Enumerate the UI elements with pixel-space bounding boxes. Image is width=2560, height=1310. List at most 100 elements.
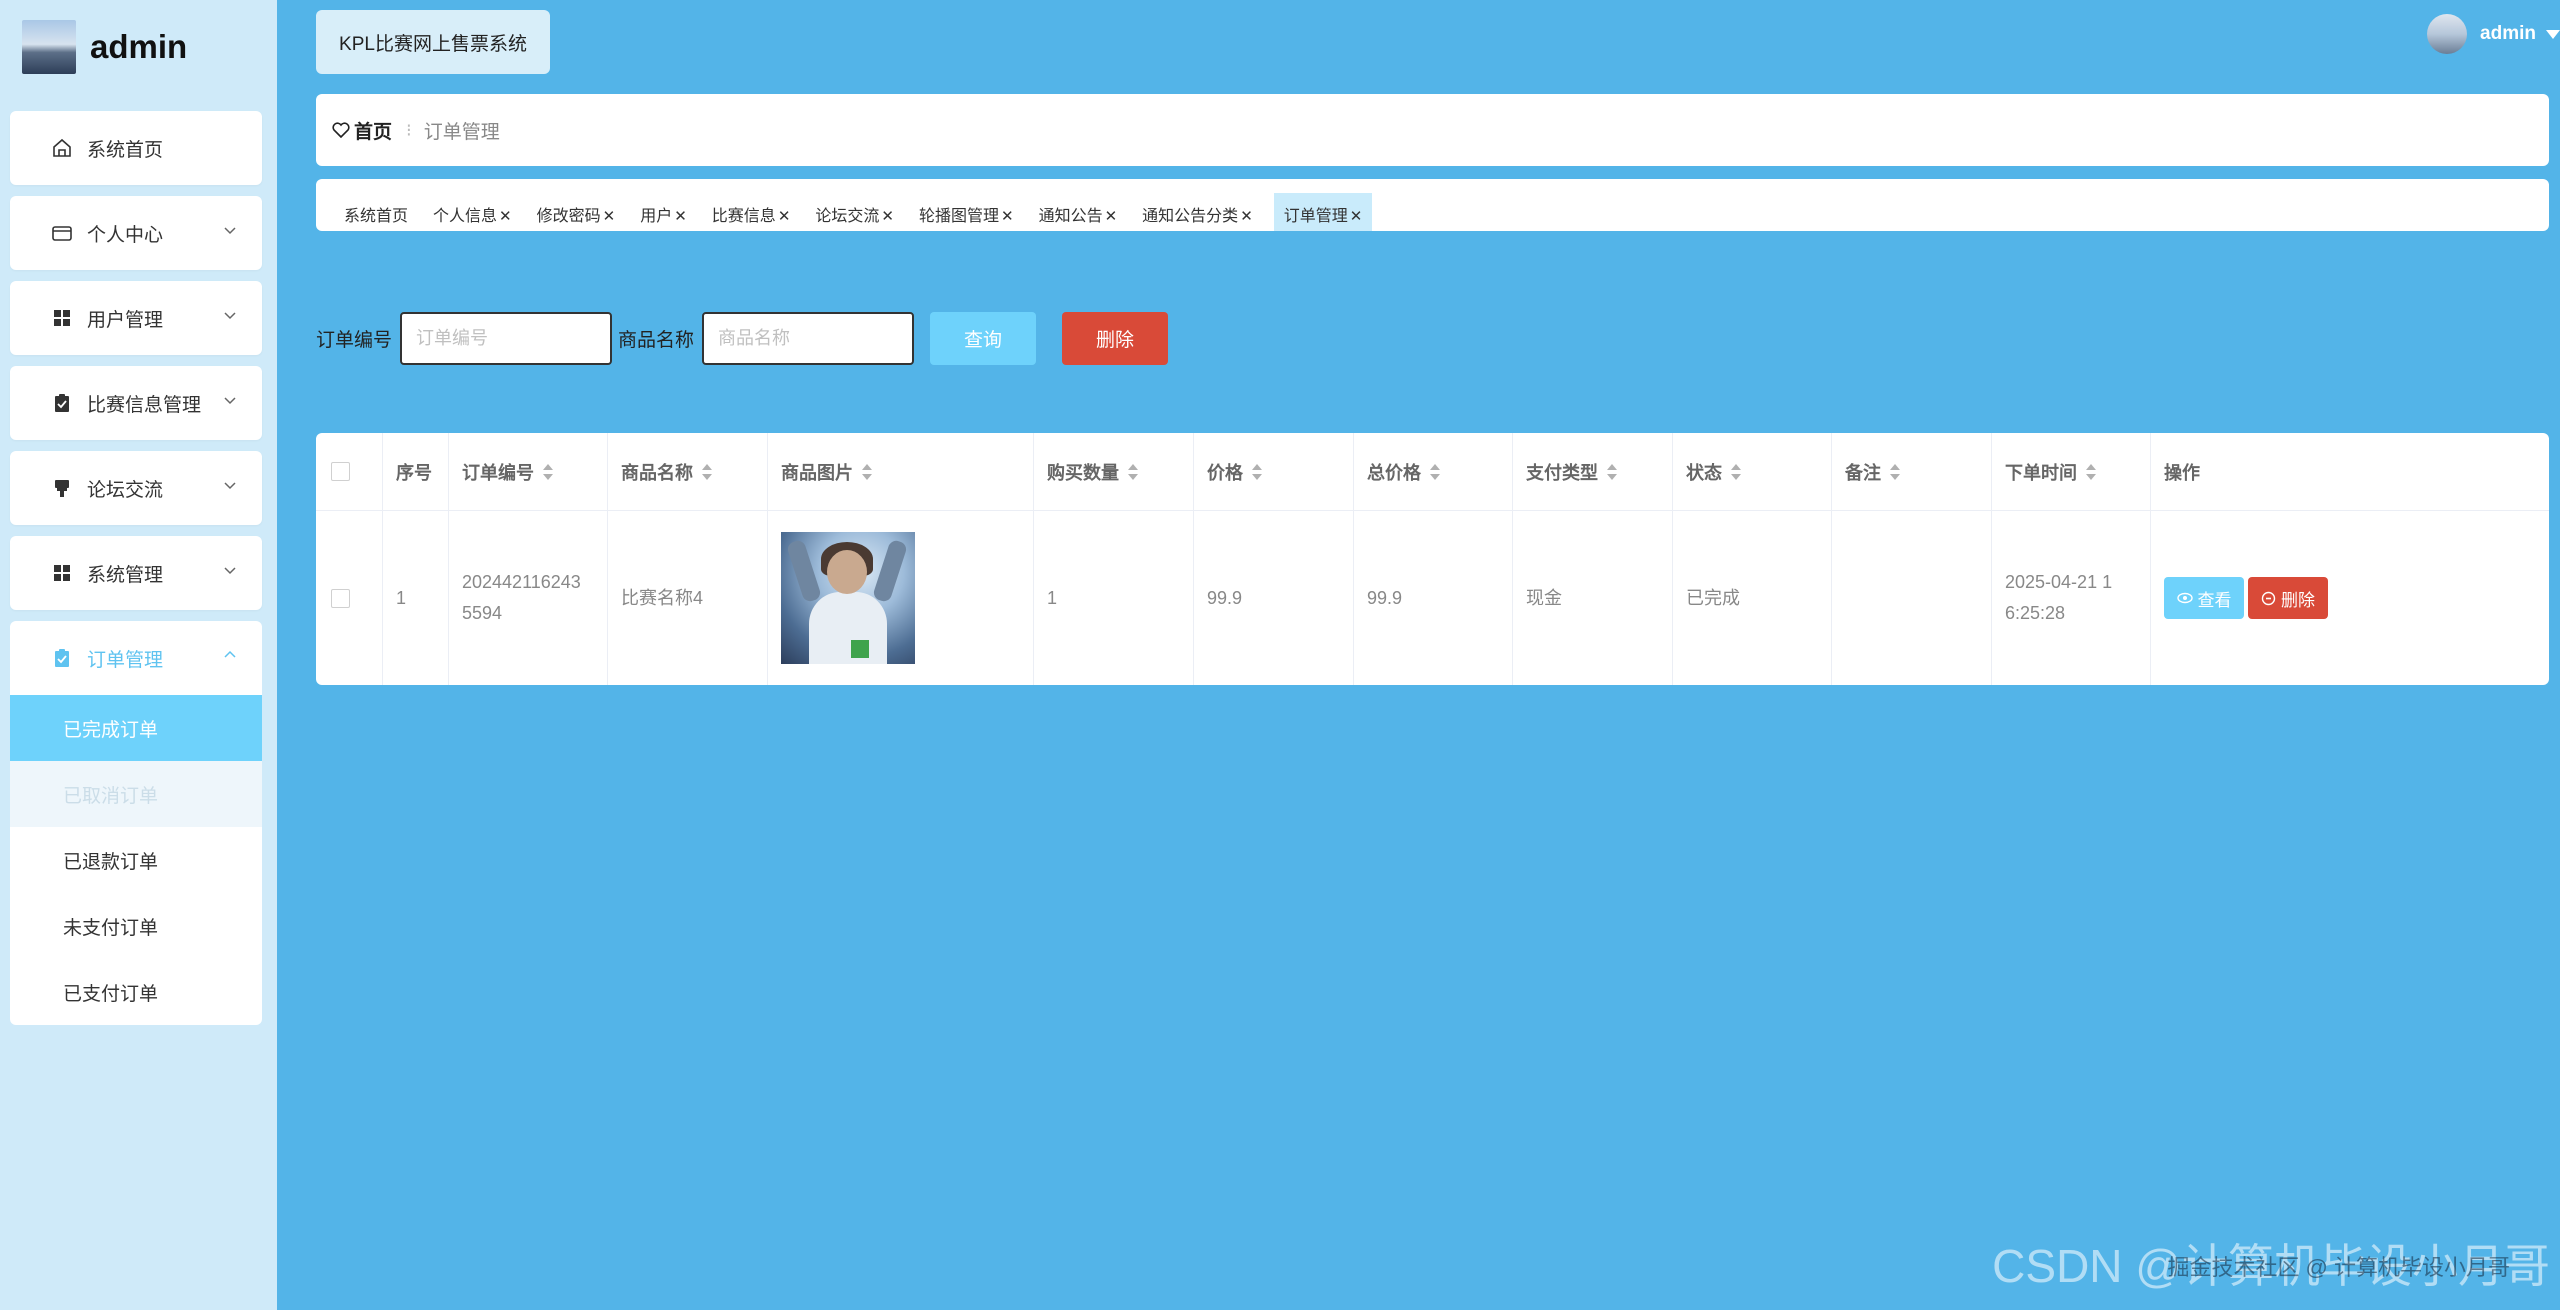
column-header-remark[interactable]: 备注 <box>1832 433 1992 510</box>
sidebar-item-label: 订单管理 <box>87 649 164 671</box>
product-name-input[interactable] <box>702 312 915 365</box>
grid-icon <box>51 307 73 329</box>
brand-name: admin <box>90 28 188 65</box>
sort-icon[interactable] <box>1731 463 1741 481</box>
column-header-order-no[interactable]: 订单编号 <box>449 433 608 510</box>
sort-icon[interactable] <box>862 463 872 481</box>
cell-product-name: 比赛名称4 <box>608 511 768 685</box>
tab-label: 个人信息 <box>433 208 498 225</box>
close-icon[interactable]: ✕ <box>881 208 894 225</box>
column-header-price[interactable]: 价格 <box>1194 433 1354 510</box>
breadcrumb: 首页 ⁝ 订单管理 <box>316 94 2549 166</box>
close-icon[interactable]: ✕ <box>1350 208 1363 225</box>
order-no-label: 订单编号 <box>316 330 393 351</box>
column-header-quantity[interactable]: 购买数量 <box>1034 433 1194 510</box>
sidebar-subitem-refunded-orders[interactable]: 已退款订单 <box>10 827 262 893</box>
brand: admin <box>22 20 187 74</box>
close-icon[interactable]: ✕ <box>499 208 512 225</box>
column-header-product-name[interactable]: 商品名称 <box>608 433 768 510</box>
sidebar-subitem-cancelled-orders[interactable]: 已取消订单 <box>10 761 262 827</box>
query-button[interactable]: 查询 <box>930 312 1037 365</box>
sidebar-item-order-management[interactable]: 订单管理 <box>10 621 262 695</box>
close-icon[interactable]: ✕ <box>674 208 687 225</box>
close-icon[interactable]: ✕ <box>778 208 791 225</box>
cell-order-time: 2025-04-21 1 6:25:28 <box>1992 511 2151 685</box>
user-menu[interactable]: admin <box>2427 14 2560 54</box>
cell-price: 99.9 <box>1194 511 1354 685</box>
sort-icon[interactable] <box>702 463 712 481</box>
tab-personal-info[interactable]: 个人信息 ✕ <box>429 193 516 231</box>
sidebar-item-label: 系统管理 <box>87 564 164 586</box>
system-title: KPL比赛网上售票系统 <box>316 10 550 74</box>
tab-forum[interactable]: 论坛交流 ✕ <box>811 193 898 231</box>
clipboard-icon <box>51 392 73 414</box>
close-icon[interactable]: ✕ <box>1105 208 1118 225</box>
sidebar-subitem-paid-orders[interactable]: 已支付订单 <box>10 959 262 1025</box>
column-header-order-time[interactable]: 下单时间 <box>1992 433 2151 510</box>
breadcrumb-current: 订单管理 <box>423 121 500 143</box>
clipboard-icon <box>51 647 73 669</box>
tab-notice[interactable]: 通知公告 ✕ <box>1035 193 1122 231</box>
watermark-sub: 掘金技术社区 @ 计算机毕设小月哥 <box>2167 1255 2510 1280</box>
view-button[interactable]: 查看 <box>2164 577 2244 619</box>
select-all-checkbox[interactable] <box>331 462 350 481</box>
sort-icon[interactable] <box>2086 463 2096 481</box>
column-header-product-image[interactable]: 商品图片 <box>768 433 1034 510</box>
cell-total: 99.9 <box>1354 511 1513 685</box>
sidebar-item-label: 系统首页 <box>87 139 164 161</box>
column-header-index: 序号 <box>383 433 449 510</box>
close-icon[interactable]: ✕ <box>603 208 616 225</box>
sort-icon[interactable] <box>1607 463 1617 481</box>
cell-actions: 查看 删除 <box>2151 511 2549 685</box>
cell-status: 已完成 <box>1673 511 1832 685</box>
cell-order-no: 202442116243 5594 <box>449 511 608 685</box>
table-row: 1 202442116243 5594 比赛名称4 1 99.9 99.9 现金 … <box>316 511 2549 685</box>
column-header-total[interactable]: 总价格 <box>1354 433 1513 510</box>
delete-button[interactable]: 删除 <box>1062 312 1169 365</box>
row-checkbox[interactable] <box>331 588 350 608</box>
sidebar-subitem-completed-orders[interactable]: 已完成订单 <box>10 695 262 761</box>
chevron-down-icon <box>222 307 238 323</box>
breadcrumb-separator: ⁝ <box>406 119 412 140</box>
chevron-up-icon <box>222 647 238 663</box>
tab-notice-category[interactable]: 通知公告分类 ✕ <box>1138 193 1257 231</box>
row-delete-button[interactable]: 删除 <box>2248 577 2328 619</box>
sidebar-subitem-unpaid-orders[interactable]: 未支付订单 <box>10 893 262 959</box>
tab-label: 比赛信息 <box>711 208 776 225</box>
sidebar: admin 系统首页 个人中心 用户管理 比赛信息管理 论坛交流 系统管理 订单… <box>0 0 277 1310</box>
sidebar-item-user-management[interactable]: 用户管理 <box>10 281 262 355</box>
sidebar-item-system-management[interactable]: 系统管理 <box>10 536 262 610</box>
column-header-pay-type[interactable]: 支付类型 <box>1513 433 1673 510</box>
tab-user[interactable]: 用户 ✕ <box>636 193 691 231</box>
tab-home[interactable]: 系统首页 <box>340 193 412 231</box>
sort-icon[interactable] <box>543 463 553 481</box>
tab-order-management[interactable]: 订单管理 ✕ <box>1273 193 1373 231</box>
column-header-status[interactable]: 状态 <box>1673 433 1832 510</box>
sort-icon[interactable] <box>1252 463 1262 481</box>
tab-carousel[interactable]: 轮播图管理 ✕ <box>915 193 1018 231</box>
order-time-line: 2025-04-21 1 <box>2005 572 2113 592</box>
image-detail <box>871 538 909 604</box>
sidebar-item-personal-center[interactable]: 个人中心 <box>10 196 262 270</box>
order-no-input[interactable] <box>400 312 613 365</box>
sidebar-item-home[interactable]: 系统首页 <box>10 111 262 185</box>
sidebar-item-forum[interactable]: 论坛交流 <box>10 451 262 525</box>
tab-change-password[interactable]: 修改密码 ✕ <box>533 193 620 231</box>
close-icon[interactable]: ✕ <box>1001 208 1014 225</box>
sort-icon[interactable] <box>1128 463 1138 481</box>
sort-icon[interactable] <box>1890 463 1900 481</box>
delete-circle-icon <box>2261 591 2276 605</box>
tab-label: 轮播图管理 <box>918 208 999 225</box>
tab-match-info[interactable]: 比赛信息 ✕ <box>708 193 795 231</box>
view-button-label: 查看 <box>2197 590 2232 610</box>
order-no-line: 202442116243 <box>462 572 581 592</box>
tab-label: 论坛交流 <box>815 208 880 225</box>
breadcrumb-home[interactable]: 首页 <box>354 117 392 144</box>
chevron-down-icon <box>222 477 238 493</box>
sort-icon[interactable] <box>1430 463 1440 481</box>
close-icon[interactable]: ✕ <box>1240 208 1253 225</box>
home-icon <box>51 137 73 159</box>
sidebar-item-match-info[interactable]: 比赛信息管理 <box>10 366 262 440</box>
chevron-down-icon <box>222 562 238 578</box>
product-image[interactable] <box>781 532 915 664</box>
